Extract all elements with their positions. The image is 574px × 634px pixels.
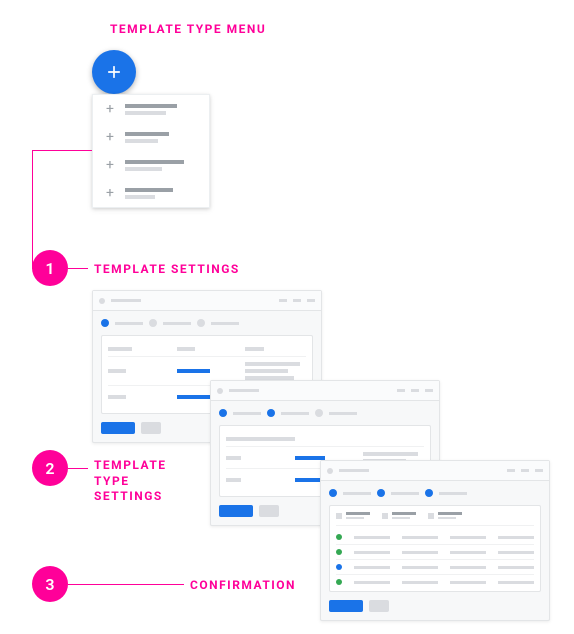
secondary-button[interactable] — [141, 422, 161, 434]
menu-item[interactable]: + — [93, 179, 209, 207]
step-1-circle: 1 — [32, 250, 68, 286]
connector-line — [68, 468, 88, 469]
wizard-stepper — [101, 319, 313, 327]
template-type-menu-card: + + + + — [92, 94, 210, 208]
secondary-button[interactable] — [259, 505, 279, 517]
secondary-button[interactable] — [369, 600, 389, 612]
plus-icon: + — [103, 130, 117, 144]
add-template-fab[interactable] — [92, 50, 136, 94]
plus-icon: + — [103, 186, 117, 200]
step-dot-active — [101, 319, 109, 327]
step-2-circle: 2 — [32, 450, 68, 486]
menu-item-skeleton — [125, 160, 199, 171]
table-row — [336, 560, 534, 575]
menu-item-skeleton — [125, 132, 199, 143]
plus-icon: + — [103, 102, 117, 116]
step-dot-active — [425, 489, 433, 497]
table-row — [336, 575, 534, 589]
connector-line — [68, 584, 184, 585]
connector-line — [68, 268, 88, 269]
step-3-label: CONFIRMATION — [190, 578, 296, 594]
menu-item[interactable]: + — [93, 123, 209, 151]
step-dot-active — [219, 409, 227, 417]
window-titlebar — [211, 381, 439, 401]
step-1-label: TEMPLATE SETTINGS — [94, 262, 240, 278]
step-dot — [197, 319, 205, 327]
connector-line — [32, 150, 92, 151]
step-dot-active — [267, 409, 275, 417]
window-titlebar — [93, 291, 321, 311]
confirmation-panel — [329, 505, 541, 592]
primary-button[interactable] — [219, 505, 253, 517]
step-dot — [315, 409, 323, 417]
table-row — [336, 545, 534, 560]
step-3-circle: 3 — [32, 566, 68, 602]
menu-item-skeleton — [125, 188, 199, 199]
step-dot — [149, 319, 157, 327]
menu-item-skeleton — [125, 104, 199, 115]
wizard-stepper — [219, 409, 431, 417]
plus-icon: + — [103, 158, 117, 172]
plus-icon — [104, 62, 124, 82]
menu-item[interactable]: + — [93, 151, 209, 179]
step-dot-active — [377, 489, 385, 497]
step-dot-active — [329, 489, 337, 497]
title-label: TEMPLATE TYPE MENU — [110, 22, 266, 38]
menu-item[interactable]: + — [93, 95, 209, 123]
primary-button[interactable] — [329, 600, 363, 612]
table-row — [336, 530, 534, 545]
connector-line — [32, 150, 33, 268]
confirmation-wireframe — [320, 460, 550, 621]
window-titlebar — [321, 461, 549, 481]
step-2-label: TEMPLATE TYPE SETTINGS — [94, 458, 167, 505]
primary-button[interactable] — [101, 422, 135, 434]
wizard-stepper — [329, 489, 541, 497]
